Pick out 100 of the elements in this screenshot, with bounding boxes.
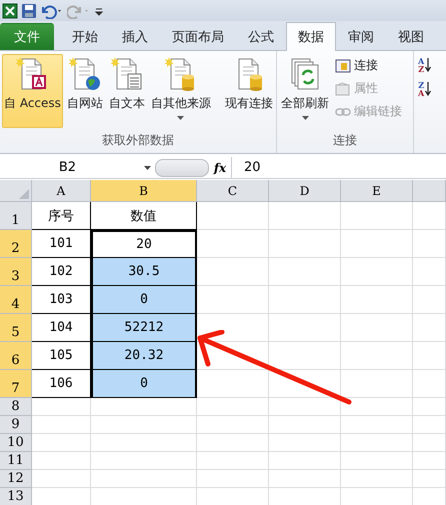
ribbon-tab[interactable]: 开始 — [60, 23, 110, 50]
grid-cell[interactable] — [197, 258, 269, 286]
ribbon-tab[interactable]: 数据 — [286, 22, 336, 51]
ribbon-button[interactable]: 全部刷新 — [279, 54, 331, 128]
grid-cell[interactable] — [341, 230, 413, 258]
grid-cell[interactable] — [32, 452, 91, 470]
grid-cell[interactable] — [269, 434, 341, 452]
grid-cell[interactable] — [413, 258, 446, 286]
grid-cell[interactable] — [341, 202, 413, 230]
grid-cell[interactable] — [413, 342, 446, 370]
insert-function-button[interactable]: fx — [209, 160, 231, 174]
grid-cell[interactable] — [341, 416, 413, 434]
undo-icon[interactable] — [40, 2, 64, 18]
grid-cell[interactable] — [197, 370, 269, 398]
grid-cell[interactable] — [341, 434, 413, 452]
ribbon-small-button[interactable]: 连接 — [333, 56, 404, 75]
formula-field[interactable]: 20 — [231, 157, 446, 178]
grid-cell[interactable] — [413, 230, 446, 258]
grid-cell[interactable] — [197, 314, 269, 342]
row-header[interactable]: 13 — [0, 488, 32, 505]
grid-cell[interactable] — [91, 452, 197, 470]
excel-logo-icon[interactable] — [2, 2, 18, 18]
row-header[interactable]: 6 — [0, 342, 32, 370]
grid-cell[interactable] — [197, 202, 269, 230]
grid-cell[interactable] — [413, 202, 446, 230]
row-header[interactable]: 12 — [0, 470, 32, 488]
row-header[interactable]: 10 — [0, 434, 32, 452]
grid-cell[interactable] — [269, 398, 341, 416]
name-box[interactable]: B2 — [0, 160, 155, 175]
grid-cell[interactable] — [269, 258, 341, 286]
grid-cell[interactable] — [197, 434, 269, 452]
grid-cell[interactable] — [197, 470, 269, 488]
grid-cell[interactable] — [197, 416, 269, 434]
ribbon-button[interactable]: 现有连接 — [222, 54, 275, 128]
grid-cell[interactable] — [269, 230, 341, 258]
save-icon[interactable] — [21, 2, 37, 18]
grid-cell[interactable] — [413, 370, 446, 398]
grid-cell[interactable] — [32, 416, 91, 434]
sort-button[interactable]: Z A — [418, 81, 442, 97]
grid-cell[interactable] — [197, 230, 269, 258]
row-header[interactable]: 2 — [0, 230, 32, 258]
ribbon-tab[interactable]: 视图 — [386, 23, 436, 50]
grid-cell[interactable] — [341, 258, 413, 286]
grid-cell[interactable] — [32, 434, 91, 452]
grid-cell[interactable] — [413, 314, 446, 342]
grid-cell[interactable] — [341, 286, 413, 314]
ribbon-tab[interactable]: 页面布局 — [160, 23, 236, 50]
ribbon-tab[interactable]: 公式 — [236, 23, 286, 50]
column-header[interactable]: A — [32, 180, 91, 202]
grid-cell[interactable] — [32, 398, 91, 416]
grid-cell[interactable] — [269, 416, 341, 434]
grid-cell[interactable] — [91, 470, 197, 488]
ribbon-tab[interactable]: 审阅 — [336, 23, 386, 50]
grid-cell[interactable] — [413, 452, 446, 470]
grid-cell[interactable] — [269, 314, 341, 342]
grid-cell[interactable] — [197, 342, 269, 370]
grid-cell[interactable] — [341, 314, 413, 342]
grid-cell[interactable] — [413, 286, 446, 314]
row-header[interactable]: 5 — [0, 314, 32, 342]
select-all-button[interactable] — [0, 180, 32, 202]
grid-cell[interactable] — [413, 416, 446, 434]
row-header[interactable]: 9 — [0, 416, 32, 434]
ribbon-button[interactable]: 自文本 — [106, 54, 147, 128]
grid-cell[interactable] — [269, 202, 341, 230]
grid-cell[interactable] — [269, 470, 341, 488]
column-header[interactable]: D — [269, 180, 341, 202]
row-header[interactable]: 7 — [0, 370, 32, 398]
column-header[interactable]: E — [341, 180, 413, 202]
grid-cell[interactable] — [91, 398, 197, 416]
ribbon-button[interactable]: 自其他来源 — [148, 54, 213, 128]
ribbon-button[interactable]: 自 Access — [2, 54, 63, 128]
column-header[interactable] — [413, 180, 446, 202]
grid-cell[interactable] — [413, 398, 446, 416]
sort-button[interactable]: A Z — [418, 57, 442, 73]
grid-cell[interactable] — [341, 398, 413, 416]
grid-cell[interactable] — [413, 434, 446, 452]
row-header[interactable]: 8 — [0, 398, 32, 416]
grid-cell[interactable] — [197, 286, 269, 314]
row-header[interactable]: 1 — [0, 202, 32, 230]
grid-cell[interactable] — [269, 286, 341, 314]
grid-cell[interactable] — [269, 370, 341, 398]
grid-cell[interactable] — [413, 470, 446, 488]
row-header[interactable]: 4 — [0, 286, 32, 314]
grid-cell[interactable] — [32, 470, 91, 488]
grid-cell[interactable] — [341, 452, 413, 470]
ribbon-tab[interactable]: 文件 — [0, 23, 54, 50]
column-header[interactable]: B — [91, 180, 197, 202]
row-header[interactable]: 3 — [0, 258, 32, 286]
grid-cell[interactable] — [91, 434, 197, 452]
grid-cell[interactable] — [341, 342, 413, 370]
column-header[interactable]: C — [197, 180, 269, 202]
row-header[interactable]: 11 — [0, 452, 32, 470]
grid-cell[interactable] — [197, 398, 269, 416]
ribbon-tab[interactable]: 插入 — [110, 23, 160, 50]
grid-cell[interactable] — [269, 452, 341, 470]
grid-cell[interactable] — [197, 452, 269, 470]
splitter-handle[interactable] — [155, 158, 209, 176]
grid-cell[interactable] — [91, 416, 197, 434]
ribbon-button[interactable]: 自网站 — [64, 54, 105, 128]
grid-cell[interactable] — [341, 470, 413, 488]
